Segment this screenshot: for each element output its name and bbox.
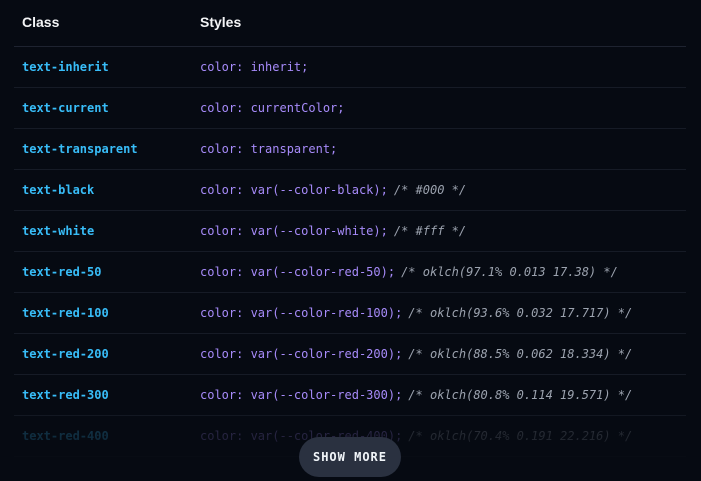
class-name: text-red-200 [22, 347, 109, 361]
style-declaration: color: var(--color-red-50); /* oklch(97.1… [200, 265, 618, 279]
class-name: text-black [22, 183, 95, 197]
style-comment: /* #fff */ [393, 224, 467, 238]
style-value: color: var(--color-black); [200, 183, 388, 197]
style-value: color: currentColor; [200, 101, 345, 115]
utility-table-panel: Class Styles text-inherit color: inherit… [0, 0, 701, 481]
class-name: text-current [22, 101, 109, 115]
table-row: text-black color: var(--color-black); /* … [14, 170, 686, 211]
style-value: color: var(--color-white); [200, 224, 388, 238]
style-declaration: color: var(--color-red-100); /* oklch(93.… [200, 306, 632, 320]
table-row: text-red-100 color: var(--color-red-100)… [14, 293, 686, 334]
style-value: color: transparent; [200, 142, 338, 156]
style-comment: /* #000 */ [393, 183, 467, 197]
style-comment: /* oklch(88.5% 0.062 18.334) */ [408, 347, 633, 361]
class-name: text-white [22, 224, 95, 238]
show-more-button[interactable]: SHOW MORE [299, 437, 401, 477]
class-name: text-red-400 [22, 429, 109, 443]
table-row: text-red-200 color: var(--color-red-200)… [14, 334, 686, 375]
style-comment: /* oklch(93.6% 0.032 17.717) */ [408, 306, 633, 320]
table-row: text-inherit color: inherit; [14, 47, 686, 88]
style-value: color: var(--color-red-100); [200, 306, 403, 320]
table-header: Class Styles [14, 0, 686, 47]
class-name: text-red-50 [22, 265, 102, 279]
table-row: text-white color: var(--color-white); /* … [14, 211, 686, 252]
style-declaration: color: var(--color-red-200); /* oklch(88.… [200, 347, 632, 361]
style-declaration: color: currentColor; [200, 101, 345, 115]
style-comment: /* oklch(80.8% 0.114 19.571) */ [408, 388, 633, 402]
class-name: text-transparent [22, 142, 138, 156]
style-declaration: color: transparent; [200, 142, 337, 156]
style-comment: /* oklch(97.1% 0.013 17.38) */ [401, 265, 618, 279]
class-name: text-inherit [22, 60, 109, 74]
table-row: text-transparent color: transparent; [14, 129, 686, 170]
style-value: color: inherit; [200, 60, 309, 74]
style-declaration: color: var(--color-red-300); /* oklch(80.… [200, 388, 632, 402]
styles-column-header: Styles [200, 14, 242, 30]
style-declaration: color: var(--color-red-400);/* oklch(70.… [200, 429, 632, 443]
table-row: text-current color: currentColor; [14, 88, 686, 129]
style-declaration: color: var(--color-white); /* #fff */ [200, 224, 466, 238]
table-body: text-inherit color: inherit; text-curren… [14, 47, 686, 457]
class-name: text-red-300 [22, 388, 109, 402]
style-comment: /* oklch(70.4% 0.191 22.216) */ [408, 429, 633, 443]
style-declaration: color: var(--color-black); /* #000 */ [200, 183, 466, 197]
table-row: text-red-300 color: var(--color-red-300)… [14, 375, 686, 416]
style-declaration: color: inherit; [200, 60, 308, 74]
table-row: text-red-50 color: var(--color-red-50); /… [14, 252, 686, 293]
style-value: color: var(--color-red-50); [200, 265, 396, 279]
style-value: color: var(--color-red-200); [200, 347, 403, 361]
class-name: text-red-100 [22, 306, 109, 320]
style-value: color: var(--color-red-300); [200, 388, 403, 402]
class-column-header: Class [22, 14, 60, 30]
